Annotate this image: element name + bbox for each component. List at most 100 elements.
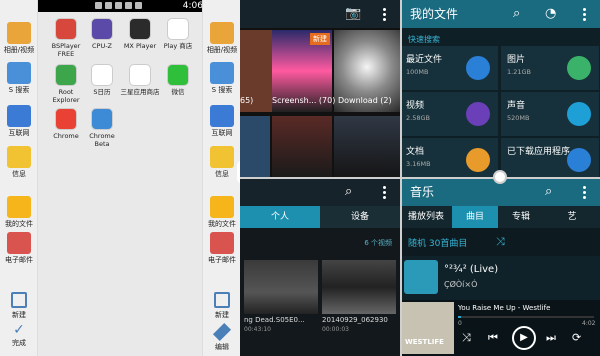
tray-app-label: 信息 — [215, 170, 229, 178]
tray-app-1[interactable]: S 搜索 — [203, 62, 241, 95]
search-icon[interactable]: ⌕ — [545, 178, 552, 206]
tab-artists[interactable]: 艺 — [544, 206, 600, 228]
now-playing-title: You Raise Me Up - Westlife — [458, 304, 551, 312]
add-window-icon — [11, 292, 27, 308]
drawer-app-8[interactable]: Chrome — [46, 108, 86, 140]
tab-albums[interactable]: 专辑 — [498, 206, 544, 228]
app-icon — [129, 64, 151, 86]
song-artist: ÇØÒí×Ó — [444, 280, 478, 289]
tab-personal[interactable]: 个人 — [240, 206, 320, 228]
drawer-app-9[interactable]: Chrome Beta — [82, 108, 122, 148]
more-options-icon[interactable] — [383, 186, 386, 199]
tray-app-5[interactable]: 电子邮件 — [0, 232, 38, 265]
app-icon — [210, 62, 234, 84]
app-icon — [7, 105, 31, 127]
file-category[interactable]: 视频 2.58GB — [400, 92, 498, 136]
tray-app-4[interactable]: 我的文件 — [0, 196, 38, 229]
status-icons — [95, 2, 142, 9]
category-name: 最近文件 — [406, 55, 443, 65]
drawer-app-5[interactable]: S日历 — [82, 64, 122, 96]
file-category[interactable]: 最近文件 100MB — [400, 46, 498, 90]
album-art[interactable]: WESTLIFE — [402, 302, 454, 354]
tray-app-label: 相册/视频 — [3, 46, 35, 54]
video-title: ng Dead.S05E0... — [244, 316, 305, 324]
repeat-icon[interactable]: ⟳ — [572, 331, 581, 344]
video-thumb[interactable] — [244, 260, 318, 314]
tray-app-label: S 搜索 — [8, 86, 30, 94]
drawer-app-3[interactable]: Play 商店 — [158, 18, 198, 50]
tray-app-2[interactable]: 互联网 — [0, 105, 38, 138]
app-label: 微信 — [171, 88, 185, 96]
drawer-app-7[interactable]: 微信 — [158, 64, 198, 96]
drawer-app-0[interactable]: BSPlayer FREE — [46, 18, 86, 58]
play-button[interactable]: ▶ — [512, 326, 536, 350]
category-size: 100MB — [406, 68, 429, 76]
app-icon — [7, 232, 31, 254]
tray-app-label: S 搜索 — [211, 86, 233, 94]
multi-window-tray-right: 相册/视频 S 搜索互联网信息我的文件 电子邮件新建 编辑 — [202, 0, 240, 356]
app-label: Play 商店 — [163, 42, 193, 50]
search-icon[interactable]: ⌕ — [513, 0, 520, 28]
previous-icon[interactable]: ⏮ — [488, 331, 498, 345]
new-window-button[interactable]: 新建 — [0, 292, 38, 320]
album-thumb[interactable] — [272, 116, 332, 178]
file-category[interactable]: 已下载应用程序 — [501, 138, 599, 178]
tab-tracks[interactable]: 曲目 — [452, 206, 498, 228]
app-icon — [55, 64, 77, 86]
edit-button[interactable]: 编辑 — [203, 322, 241, 352]
tray-app-2[interactable]: 互联网 — [203, 105, 241, 138]
category-size: 520MB — [507, 114, 530, 122]
tab-playlists[interactable]: 播放列表 — [400, 206, 452, 228]
album-art-text: WESTLIFE — [405, 338, 444, 346]
window-divider-horizontal[interactable] — [240, 177, 600, 179]
app-label: CPU-Z — [91, 42, 112, 50]
video-window: ⌕ 个人 设备 6 个视频 ng Dead.S05E0... 20140929_… — [240, 178, 400, 356]
add-window-icon — [214, 292, 230, 308]
tray-app-1[interactable]: S 搜索 — [0, 62, 38, 95]
album-thumb[interactable] — [334, 116, 400, 178]
new-window-button-label: 新建 — [12, 311, 26, 319]
video-tabs: 个人 设备 — [240, 206, 400, 228]
tray-app-3[interactable]: 信息 — [203, 146, 241, 179]
video-thumb[interactable] — [322, 260, 396, 314]
drawer-app-4[interactable]: Root Explorer — [46, 64, 86, 104]
shuffle-all-row[interactable]: 随机 30首曲目 ⤨ — [400, 232, 600, 252]
my-files-title: 我的文件 — [410, 7, 459, 21]
more-options-icon[interactable] — [583, 186, 586, 199]
album-thumb[interactable] — [240, 116, 270, 178]
next-icon[interactable]: ⏭ — [546, 331, 556, 345]
file-category[interactable]: 声音 520MB — [501, 92, 599, 136]
tray-app-3[interactable]: 信息 — [0, 146, 38, 179]
drawer-app-1[interactable]: CPU-Z — [82, 18, 122, 50]
tray-app-0[interactable]: 相册/视频 — [203, 22, 241, 55]
app-icon — [7, 22, 31, 44]
split-handle[interactable] — [493, 170, 507, 184]
progress-bar[interactable] — [458, 316, 594, 318]
new-window-button[interactable]: 新建 — [203, 292, 241, 320]
tray-app-label: 我的文件 — [5, 220, 33, 228]
camera-icon[interactable]: 📷 — [345, 0, 361, 28]
album-caption: Download (2) — [338, 96, 392, 105]
file-category[interactable]: 图片 1.21GB — [501, 46, 599, 90]
more-options-icon[interactable] — [583, 8, 586, 21]
shuffle-icon[interactable]: ⤨ — [462, 331, 471, 345]
more-options-icon[interactable] — [383, 8, 386, 21]
video-duration: 00:43:10 — [244, 326, 271, 333]
app-icon — [55, 108, 77, 130]
search-icon[interactable]: ⌕ — [345, 178, 352, 206]
tray-app-0[interactable]: 相册/视频 — [0, 22, 38, 55]
tray-app-4[interactable]: 我的文件 — [203, 196, 241, 229]
done-button[interactable]: ✓ 完成 — [0, 323, 38, 348]
app-icon — [91, 18, 113, 40]
tray-app-5[interactable]: 电子邮件 — [203, 232, 241, 265]
tab-device[interactable]: 设备 — [320, 206, 400, 228]
app-label: BSPlayer FREE — [51, 42, 81, 58]
song-list-item[interactable]: °²¾² (Live) ÇØÒí×Ó — [400, 256, 600, 300]
app-icon — [210, 105, 234, 127]
drawer-app-2[interactable]: MX Player — [120, 18, 160, 50]
done-button-label: 完成 — [12, 339, 26, 347]
storage-usage-icon[interactable]: ◔ — [545, 0, 556, 28]
file-category[interactable]: 文档 3.16MB — [400, 138, 498, 178]
tray-app-label: 互联网 — [8, 129, 30, 137]
drawer-app-6[interactable]: 三星应用商店 — [120, 64, 160, 96]
